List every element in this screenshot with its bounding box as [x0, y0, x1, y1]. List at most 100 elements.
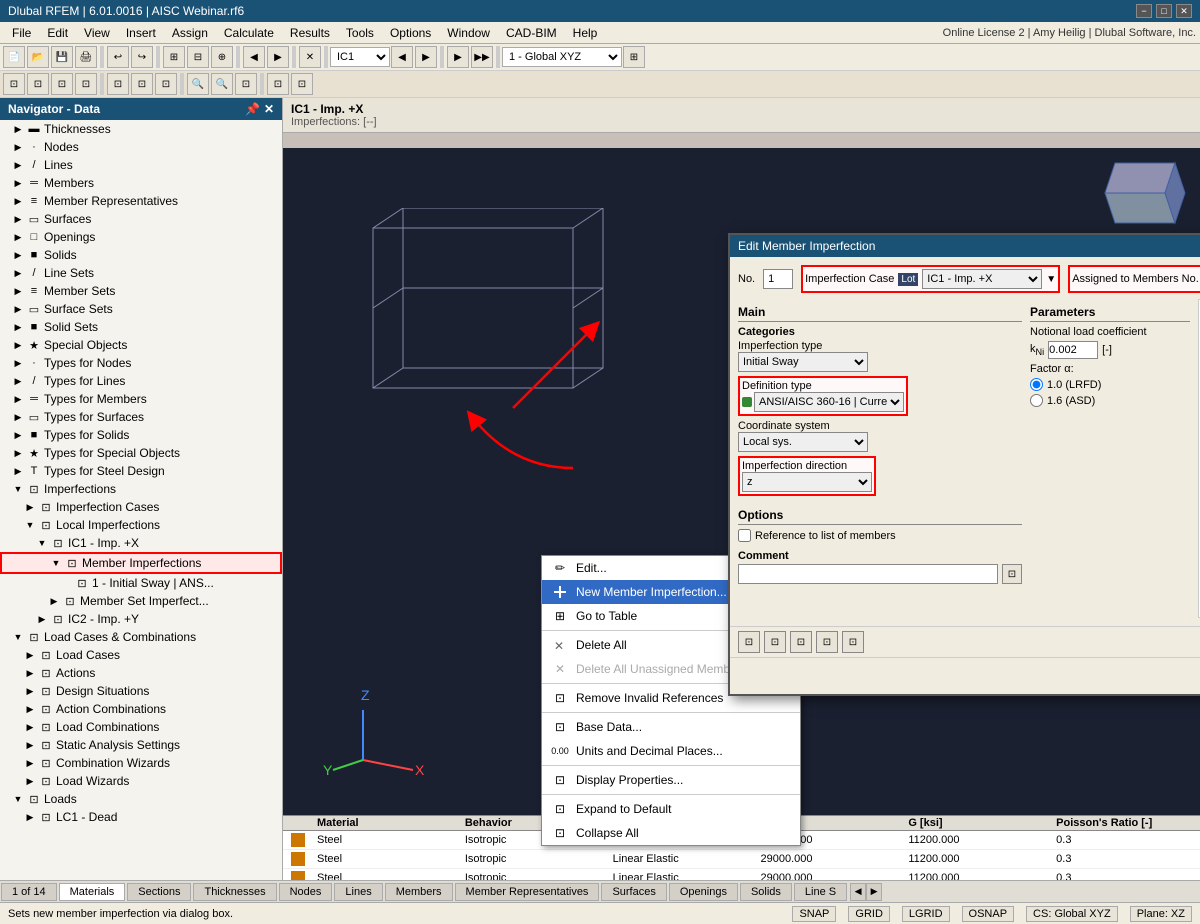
menu-window[interactable]: Window — [439, 24, 498, 42]
tree-item-member-set-imp[interactable]: ▶ ⊡ Member Set Imperfect... — [0, 592, 282, 610]
close-button[interactable]: ✕ — [1176, 4, 1192, 18]
tab-1-of-14[interactable]: 1 of 14 — [1, 883, 57, 901]
tab-surfaces[interactable]: Surfaces — [601, 883, 666, 901]
tree-item-surfaces[interactable]: ▶ ▭ Surfaces — [0, 210, 282, 228]
tb-calc[interactable]: ▶ — [447, 46, 469, 68]
tab-member-reps[interactable]: Member Representatives — [455, 883, 600, 901]
expand-members[interactable]: ▶ — [12, 177, 24, 189]
osnap-section[interactable]: OSNAP — [962, 906, 1015, 922]
tree-item-solids[interactable]: ▶ ■ Solids — [0, 246, 282, 264]
dialog-action-btn-2[interactable]: ⊡ — [764, 631, 786, 653]
expand-imperfections[interactable]: ▼ — [12, 483, 24, 495]
dialog-action-btn-5[interactable]: ⊡ — [842, 631, 864, 653]
tree-item-types-members[interactable]: ▶ ═ Types for Members — [0, 390, 282, 408]
tab-materials[interactable]: Materials — [59, 883, 126, 901]
expand-types-nodes[interactable]: ▶ — [12, 357, 24, 369]
expand-lc1-dead[interactable]: ▶ — [24, 811, 36, 823]
expand-imp-cases[interactable]: ▶ — [24, 501, 36, 513]
expand-combo-wizards[interactable]: ▶ — [24, 757, 36, 769]
menu-results[interactable]: Results — [282, 24, 338, 42]
nav-pin[interactable]: 📌 — [245, 102, 260, 116]
tree-item-special-objects[interactable]: ▶ ★ Special Objects — [0, 336, 282, 354]
tab-openings[interactable]: Openings — [669, 883, 738, 901]
tree-item-types-surfaces[interactable]: ▶ ▭ Types for Surfaces — [0, 408, 282, 426]
tab-solids[interactable]: Solids — [740, 883, 792, 901]
tb-b5[interactable]: ▶ — [267, 46, 289, 68]
tree-item-solid-sets[interactable]: ▶ ■ Solid Sets — [0, 318, 282, 336]
tb2-b12[interactable]: ⊡ — [291, 73, 313, 95]
menu-cad-bim[interactable]: CAD-BIM — [498, 24, 565, 42]
tb-v1[interactable]: ⊞ — [623, 46, 645, 68]
tb-calc2[interactable]: ▶▶ — [471, 46, 493, 68]
tb2-b1[interactable]: ⊡ — [3, 73, 25, 95]
expand-thicknesses[interactable]: ▶ — [12, 123, 24, 135]
tree-item-ic2[interactable]: ▶ ⊡ IC2 - Imp. +Y — [0, 610, 282, 628]
tree-item-types-solids[interactable]: ▶ ■ Types for Solids — [0, 426, 282, 444]
tb2-b11[interactable]: ⊡ — [267, 73, 289, 95]
menu-file[interactable]: File — [4, 24, 39, 42]
tree-item-actions[interactable]: ▶ ⊡ Actions — [0, 664, 282, 682]
comment-input[interactable] — [738, 564, 998, 584]
expand-solids[interactable]: ▶ — [12, 249, 24, 261]
expand-types-special[interactable]: ▶ — [12, 447, 24, 459]
tb-b4[interactable]: ◀ — [243, 46, 265, 68]
tree-item-member-sets[interactable]: ▶ ≡ Member Sets — [0, 282, 282, 300]
ic-dropdown[interactable]: IC1 — [330, 47, 390, 67]
imp-case-dropdown-btn[interactable]: ▼ — [1046, 274, 1056, 285]
dialog-action-btn-1[interactable]: ⊡ — [738, 631, 760, 653]
tree-item-load-wizards[interactable]: ▶ ⊡ Load Wizards — [0, 772, 282, 790]
tree-item-design-situations[interactable]: ▶ ⊡ Design Situations — [0, 682, 282, 700]
tree-item-load-combinations[interactable]: ▶ ⊡ Load Combinations — [0, 718, 282, 736]
menu-help[interactable]: Help — [565, 24, 606, 42]
menu-tools[interactable]: Tools — [338, 24, 382, 42]
expand-load-wizards[interactable]: ▶ — [24, 775, 36, 787]
tab-nodes[interactable]: Nodes — [279, 883, 333, 901]
tb2-b6[interactable]: ⊡ — [131, 73, 153, 95]
expand-openings[interactable]: ▶ — [12, 231, 24, 243]
expand-surfaces[interactable]: ▶ — [12, 213, 24, 225]
nav-close[interactable]: ✕ — [264, 102, 274, 116]
ref-list-checkbox[interactable] — [738, 529, 751, 542]
tb2-b10[interactable]: ⊡ — [235, 73, 257, 95]
expand-lines[interactable]: ▶ — [12, 159, 24, 171]
expand-types-lines[interactable]: ▶ — [12, 375, 24, 387]
tab-sections[interactable]: Sections — [127, 883, 191, 901]
tree-item-action-combinations[interactable]: ▶ ⊡ Action Combinations — [0, 700, 282, 718]
expand-special-objects[interactable]: ▶ — [12, 339, 24, 351]
tb-b3[interactable]: ⊕ — [211, 46, 233, 68]
tree-item-load-cases[interactable]: ▶ ⊡ Load Cases — [0, 646, 282, 664]
tree-item-combo-wizards[interactable]: ▶ ⊡ Combination Wizards — [0, 754, 282, 772]
grid-section[interactable]: GRID — [848, 906, 890, 922]
dialog-action-btn-4[interactable]: ⊡ — [816, 631, 838, 653]
expand-action-combinations[interactable]: ▶ — [24, 703, 36, 715]
expand-load-cases[interactable]: ▶ — [24, 649, 36, 661]
tree-item-types-nodes[interactable]: ▶ · Types for Nodes — [0, 354, 282, 372]
expand-static-analysis[interactable]: ▶ — [24, 739, 36, 751]
tb-b1[interactable]: ⊞ — [163, 46, 185, 68]
tree-item-types-lines[interactable]: ▶ / Types for Lines — [0, 372, 282, 390]
tb2-b4[interactable]: ⊡ — [75, 73, 97, 95]
tb-open[interactable]: 📂 — [27, 46, 49, 68]
ctx-collapse-all[interactable]: ⊡ Collapse All — [542, 821, 800, 845]
tb-redo[interactable]: ↪ — [131, 46, 153, 68]
radio-lrfd[interactable] — [1030, 378, 1043, 391]
menu-view[interactable]: View — [76, 24, 118, 42]
expand-member-set-imp[interactable]: ▶ — [48, 595, 60, 607]
expand-load-combinations[interactable]: ▶ — [24, 721, 36, 733]
tree-item-line-sets[interactable]: ▶ / Line Sets — [0, 264, 282, 282]
expand-nodes[interactable]: ▶ — [12, 141, 24, 153]
tree-item-surface-sets[interactable]: ▶ ▭ Surface Sets — [0, 300, 282, 318]
expand-types-surfaces[interactable]: ▶ — [12, 411, 24, 423]
tree-item-member-reps[interactable]: ▶ ≡ Member Representatives — [0, 192, 282, 210]
menu-insert[interactable]: Insert — [118, 24, 164, 42]
tree-item-lines[interactable]: ▶ / Lines — [0, 156, 282, 174]
tb2-b3[interactable]: ⊡ — [51, 73, 73, 95]
tb-print[interactable]: 🖨 — [75, 46, 97, 68]
tree-item-openings[interactable]: ▶ □ Openings — [0, 228, 282, 246]
expand-member-sets[interactable]: ▶ — [12, 285, 24, 297]
comment-btn[interactable]: ⊡ — [1002, 564, 1022, 584]
expand-ic1[interactable]: ▼ — [36, 537, 48, 549]
expand-ic2[interactable]: ▶ — [36, 613, 48, 625]
view-dropdown[interactable]: 1 - Global XYZ — [502, 47, 622, 67]
tb2-b7[interactable]: ⊡ — [155, 73, 177, 95]
